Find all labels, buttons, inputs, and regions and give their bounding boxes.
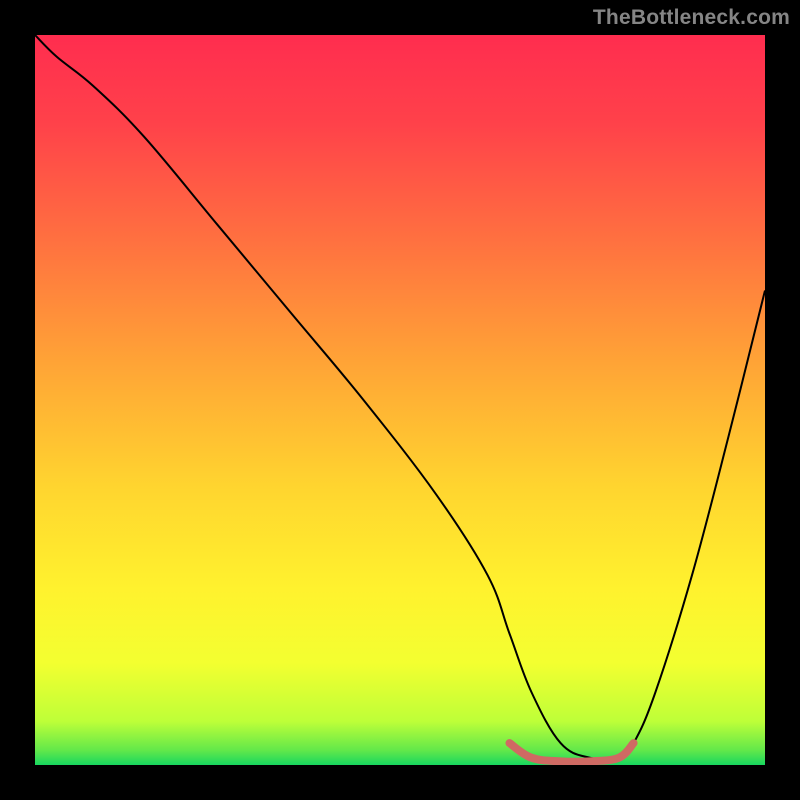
chart-lines [35,35,765,765]
chart-frame: TheBottleneck.com [0,0,800,800]
bottleneck-curve-line [35,35,765,760]
chart-plot-area [35,35,765,765]
watermark-text: TheBottleneck.com [593,6,790,30]
